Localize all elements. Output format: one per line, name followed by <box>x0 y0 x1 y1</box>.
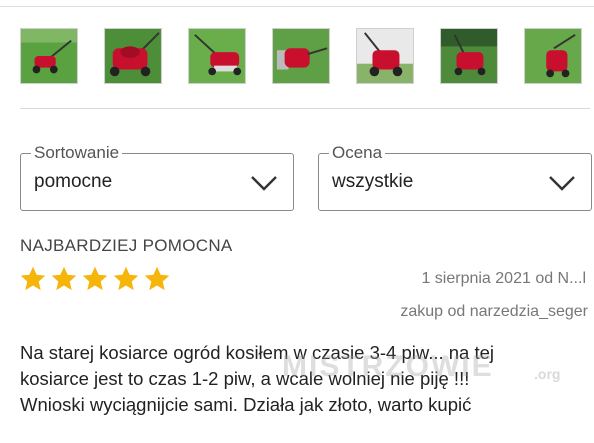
review-text: Na starej kosiarce ogród kosiłem w czasi… <box>20 340 580 418</box>
review-text-line: Wnioski wyciągnijcie sami. Działa jak zł… <box>20 394 472 415</box>
gallery-thumbnail[interactable] <box>524 28 582 84</box>
review-purchase-source: zakup od narzedzia_seger <box>400 303 588 320</box>
gallery-thumbnail[interactable] <box>440 28 498 84</box>
mower-thumbnail-image <box>525 29 581 83</box>
star-icon <box>144 266 170 291</box>
star-icon <box>20 266 46 291</box>
rating-select-label: Ocena <box>329 143 386 163</box>
star-icon <box>82 266 108 291</box>
review-date-author: 1 sierpnia 2021 od N...l <box>421 270 586 287</box>
review-text-line: kosiarce jest to czas 1-2 piw, a wcale w… <box>20 368 470 389</box>
review-text-line: Na starej kosiarce ogród kosiłem w czasi… <box>20 342 495 363</box>
chevron-down-icon <box>251 176 277 191</box>
gallery-thumbnail[interactable] <box>356 28 414 84</box>
sort-select-label: Sortowanie <box>31 143 123 163</box>
gallery-divider <box>20 108 590 109</box>
rating-select[interactable]: Ocena wszystkie <box>318 143 592 211</box>
sort-select-value: pomocne <box>34 171 113 192</box>
mower-thumbnail-image <box>441 29 497 83</box>
sort-select[interactable]: Sortowanie pomocne <box>20 143 294 211</box>
gallery-thumbnail[interactable] <box>188 28 246 84</box>
mower-thumbnail-image <box>273 29 329 83</box>
gallery-thumbnail[interactable] <box>20 28 78 84</box>
star-icon <box>51 266 77 291</box>
gallery-thumbnail[interactable] <box>272 28 330 84</box>
rating-select-value: wszystkie <box>332 171 414 192</box>
star-rating <box>19 265 179 295</box>
star-icon <box>113 266 139 291</box>
top-divider <box>0 0 594 7</box>
gallery-thumbnail[interactable] <box>104 28 162 84</box>
mower-thumbnail-image <box>189 29 245 83</box>
image-gallery <box>20 28 590 84</box>
chevron-down-icon <box>549 176 575 191</box>
section-title: NAJBARDZIEJ POMOCNA <box>20 236 233 255</box>
mower-thumbnail-image <box>21 29 77 83</box>
mower-thumbnail-image <box>105 29 161 83</box>
mower-thumbnail-image <box>357 29 413 83</box>
